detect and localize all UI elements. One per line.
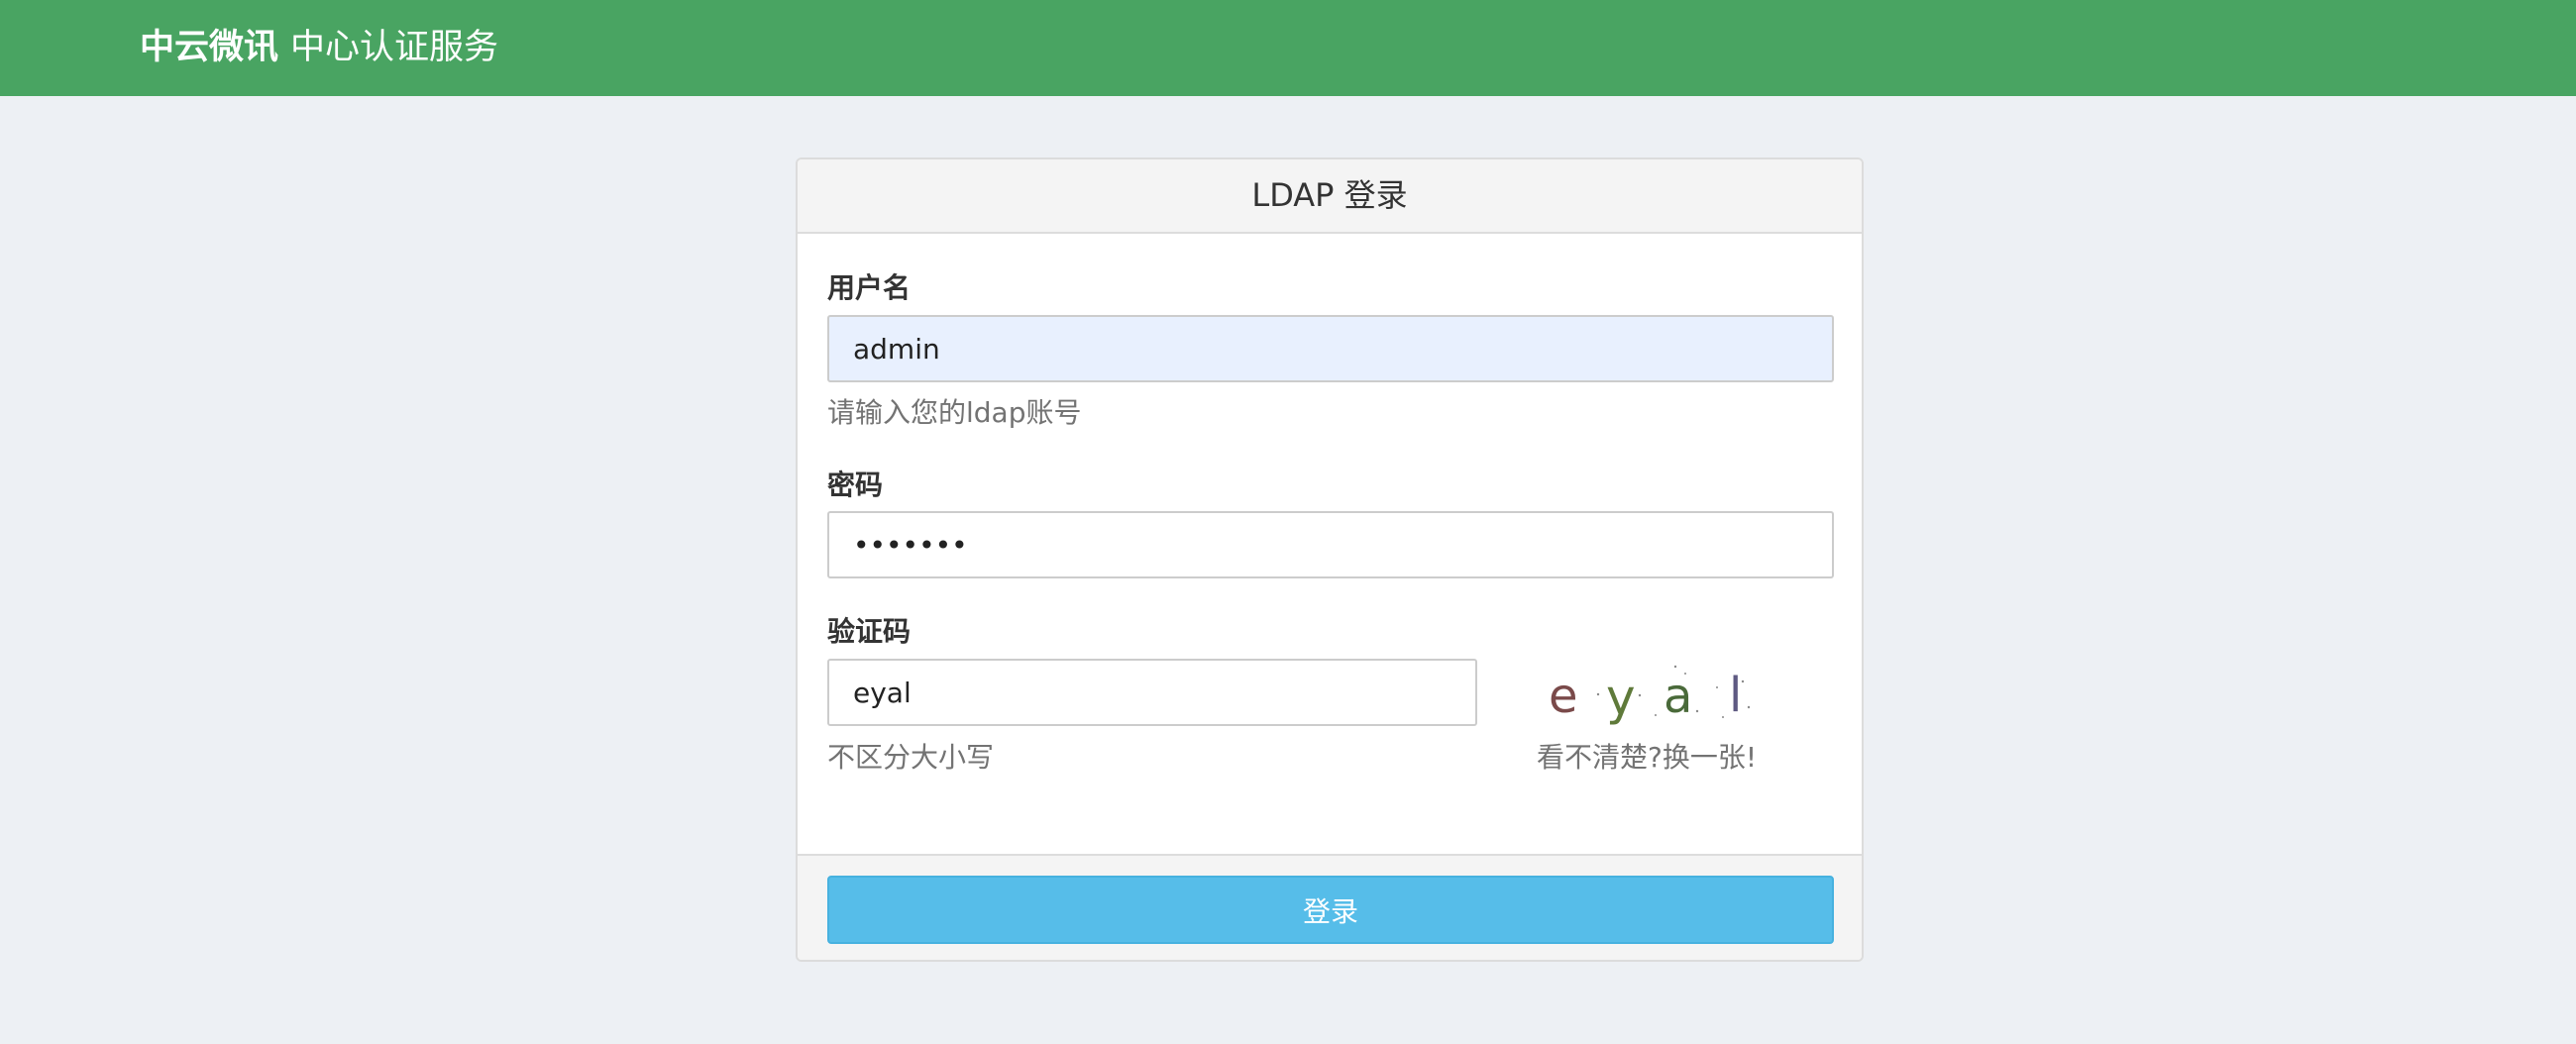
captcha-help-text: 不区分大小写 bbox=[827, 741, 995, 774]
username-input[interactable] bbox=[827, 315, 1834, 382]
captcha-char: y bbox=[1606, 669, 1636, 726]
username-help-text: 请输入您的ldap账号 bbox=[827, 396, 1082, 429]
panel-footer: 登录 bbox=[798, 854, 1862, 960]
top-navbar: 中云微讯 中心认证服务 bbox=[0, 0, 2576, 96]
brand-link[interactable]: 中云微讯 中心认证服务 bbox=[140, 0, 498, 96]
username-label: 用户名 bbox=[827, 271, 912, 304]
password-input[interactable] bbox=[827, 511, 1834, 578]
login-panel: LDAP 登录 用户名 请输入您的ldap账号 密码 验证码 不区分大小写 e … bbox=[796, 157, 1864, 962]
login-button[interactable]: 登录 bbox=[827, 876, 1834, 944]
password-label: 密码 bbox=[827, 469, 884, 501]
brand-company-name: 中云微讯 bbox=[140, 28, 279, 67]
captcha-char: l bbox=[1729, 668, 1742, 723]
panel-title: LDAP 登录 bbox=[798, 159, 1862, 234]
captcha-char: e bbox=[1549, 669, 1578, 724]
captcha-label: 验证码 bbox=[827, 615, 912, 648]
captcha-refresh-link[interactable]: 看不清楚?换一张! bbox=[1537, 736, 1757, 776]
brand-service-name: 中心认证服务 bbox=[290, 28, 499, 67]
captcha-image[interactable]: e y a l bbox=[1539, 660, 1757, 729]
captcha-input[interactable] bbox=[827, 659, 1477, 726]
captcha-char: a bbox=[1664, 669, 1692, 724]
